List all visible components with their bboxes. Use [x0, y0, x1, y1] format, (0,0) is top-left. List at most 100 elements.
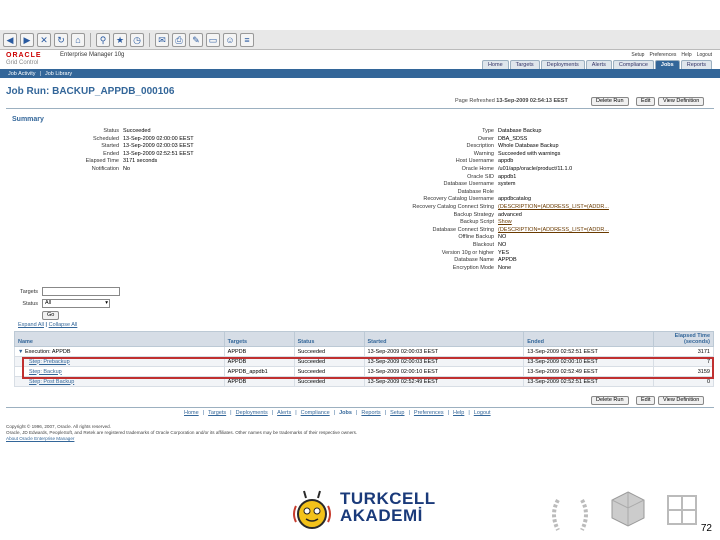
mail-icon[interactable]: ✉ — [155, 32, 169, 47]
tab-reports[interactable]: Reports — [680, 60, 712, 69]
summary-key: Database Name — [454, 257, 494, 264]
summary-row-status: Status Succeeded — [60, 128, 194, 136]
summary-row: Oracle SID appdb1 — [380, 174, 609, 182]
step-link[interactable]: Step: Post Backup — [29, 379, 74, 385]
tab-deployments[interactable]: Deployments — [540, 60, 585, 69]
col-name[interactable]: Name — [14, 331, 225, 347]
footer-separator: | — [384, 410, 387, 416]
table-cell-name: ▼ Execution: APPDB — [14, 346, 225, 357]
summary-key: Oracle Home — [461, 165, 494, 172]
messenger-icon[interactable]: ☺ — [223, 32, 237, 47]
col-elapsed: Elapsed Time (seconds) — [653, 331, 714, 347]
expand-collapse-links: Expand All | Collapse All — [18, 322, 77, 328]
footer-link[interactable]: Reports — [361, 410, 380, 416]
page-refreshed-value: 13-Sep-2009 02:54:13 EEST — [496, 98, 568, 104]
global-link-setup[interactable]: Setup — [631, 52, 644, 58]
view-definition-button-bottom[interactable]: View Definition — [658, 396, 705, 405]
history-icon[interactable]: ◷ — [130, 32, 144, 47]
view-definition-button[interactable]: View Definition — [658, 97, 705, 106]
database-connect-link[interactable]: (DESCRIPTION=(ADDRESS_LIST=(ADDR... — [498, 227, 609, 235]
footer-link[interactable]: Targets — [208, 410, 226, 416]
edit-button[interactable]: Edit — [636, 97, 656, 106]
footer-link[interactable]: Preferences — [414, 410, 444, 416]
table-cell: Succeeded — [293, 346, 365, 357]
summary-value: No — [123, 165, 131, 172]
summary-row: Database Name APPDB — [380, 257, 609, 265]
collapse-triangle-icon[interactable]: ▼ — [18, 349, 23, 355]
footer-link[interactable]: Logout — [474, 410, 491, 416]
forward-icon[interactable]: ▶ — [20, 32, 34, 47]
subtab-job-library[interactable]: Job Library — [45, 71, 72, 77]
summary-row: Database Username system — [380, 181, 609, 189]
tab-home[interactable]: Home — [481, 60, 509, 69]
favorites-icon[interactable]: ★ — [113, 32, 127, 47]
summary-row-ended: Ended 13-Sep-2009 02:52:51 EEST — [60, 151, 194, 159]
global-link-help[interactable]: Help — [681, 52, 691, 58]
summary-key: Recovery Catalog Username — [423, 196, 494, 203]
refresh-icon[interactable]: ↻ — [54, 32, 68, 47]
summary-key: Database Role — [457, 188, 494, 195]
backup-script-show-link[interactable]: Show — [498, 219, 512, 227]
summary-key: Started — [101, 143, 119, 150]
summary-value: 13-Sep-2009 02:00:03 EEST — [123, 143, 194, 150]
summary-key: Type — [482, 128, 494, 134]
tab-compliance[interactable]: Compliance — [612, 60, 654, 69]
delete-run-button[interactable]: Delete Run — [591, 97, 629, 106]
tab-targets[interactable]: Targets — [509, 60, 540, 69]
summary-row: Host Username appdb — [380, 158, 609, 166]
print-icon[interactable]: ⎙ — [172, 32, 186, 47]
page-title: Job Run: BACKUP_APPDB_000106 — [6, 86, 175, 97]
summary-heading: Summary — [12, 116, 44, 123]
tab-jobs[interactable]: Jobs — [654, 60, 680, 69]
global-link-preferences[interactable]: Preferences — [649, 52, 676, 58]
go-button[interactable]: Go — [42, 311, 60, 320]
footer-link[interactable]: Help — [453, 410, 464, 416]
summary-value: advanced — [498, 211, 522, 218]
subtab-job-activity[interactable]: Job Activity — [8, 71, 36, 77]
main-tabs: Home Targets Deployments Alerts Complian… — [481, 60, 712, 69]
collapse-all-link[interactable]: Collapse All — [49, 322, 78, 328]
summary-row: Warning Succeeded with warnings — [380, 151, 609, 159]
footer-link[interactable]: Setup — [390, 410, 404, 416]
edit-button-bottom[interactable]: Edit — [636, 396, 656, 405]
footer-links: Home | Targets | Deployments | Alerts | Comp… — [184, 410, 491, 416]
table-cell: 13-Sep-2009 02:52:51 EEST — [523, 346, 655, 357]
stop-icon[interactable]: ✕ — [37, 32, 51, 47]
link-separator: | — [45, 322, 48, 328]
recovery-connect-link[interactable]: (DESCRIPTION=(ADDRESS_LIST=(ADDR... — [498, 204, 609, 212]
summary-value: /u01/app/oracle/product/11.1.0 — [498, 165, 573, 172]
footer-link[interactable]: Compliance — [301, 410, 330, 416]
delete-run-button-bottom[interactable]: Delete Run — [591, 396, 629, 405]
edit-icon[interactable]: ✎ — [189, 32, 203, 47]
folder-icon[interactable]: ▭ — [206, 32, 220, 47]
toolbar-divider — [149, 32, 150, 47]
footer-link[interactable]: Deployments — [236, 410, 268, 416]
summary-key: Oracle SID — [467, 173, 494, 180]
divider — [6, 407, 714, 408]
summary-key: Ended — [103, 150, 119, 157]
summary-key: Backup Script — [460, 219, 494, 226]
footer-link[interactable]: Home — [184, 410, 199, 416]
home-icon[interactable]: ⌂ — [71, 32, 85, 47]
targets-input[interactable] — [42, 287, 120, 296]
tab-alerts[interactable]: Alerts — [585, 60, 612, 69]
status-select[interactable]: All ▾ — [42, 299, 110, 308]
col-targets: Targets — [223, 331, 295, 347]
brand-strip: TURKCELL AKADEMİ 72 — [0, 484, 720, 540]
footer-link[interactable]: Alerts — [277, 410, 291, 416]
browser-toolbar: ◀ ▶ ✕ ↻ ⌂ ⚲ ★ ◷ ✉ ⎙ ✎ ▭ ☺ ≡ — [0, 30, 720, 50]
about-link[interactable]: About Oracle Enterprise Manager — [6, 436, 357, 442]
search-icon[interactable]: ⚲ — [96, 32, 110, 47]
expand-all-link[interactable]: Expand All — [18, 322, 44, 328]
back-icon[interactable]: ◀ — [3, 32, 17, 47]
footer-separator: | — [333, 410, 336, 416]
status-selected-value: All — [45, 300, 52, 306]
summary-right: Type Database Backup Owner DBA_SDSS Descri… — [380, 128, 609, 272]
summary-row: Offline Backup NO — [380, 234, 609, 242]
summary-key: Warning — [473, 150, 494, 157]
global-link-logout[interactable]: Logout — [697, 52, 712, 58]
summary-value: APPDB — [498, 257, 517, 264]
oem-header: ORACLE Enterprise Manager 10g Grid Contr… — [0, 50, 720, 69]
footer-link-current[interactable]: Jobs — [339, 410, 352, 416]
research-icon[interactable]: ≡ — [240, 32, 254, 47]
